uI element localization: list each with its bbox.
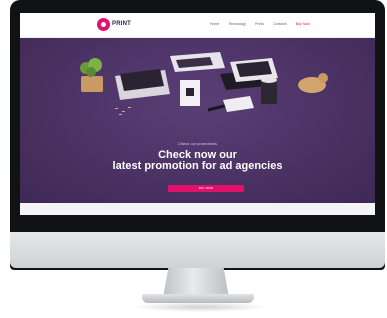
monitor-chin [10, 232, 385, 268]
clips-icon [115, 107, 131, 115]
nav-item-home[interactable]: Home [210, 22, 219, 26]
plant-pot-icon [80, 58, 103, 92]
logo-icon[interactable] [97, 18, 110, 31]
monitor-base [142, 294, 254, 303]
hero-title: Check now our latest promotion for ad ag… [20, 150, 375, 172]
hero-product-props [80, 52, 328, 115]
card-stack-icon [223, 96, 254, 112]
nav-item-technology[interactable]: Technology [228, 22, 246, 26]
bird-whistle-icon [298, 73, 328, 93]
nav-item-prints[interactable]: Prints [255, 22, 264, 26]
logo-text[interactable]: PRINT [112, 21, 131, 27]
cards-icon [170, 52, 225, 72]
hero-kicker: Check our promotions [177, 141, 218, 146]
nav-item-contacts[interactable]: Contacts [273, 22, 287, 26]
buy-now-button[interactable]: BUY NOW [168, 185, 244, 192]
hero-banner: Check our promotions Check now our lates… [20, 38, 375, 203]
nav-menu: Home Technology Prints Contacts Buy Now [210, 22, 310, 26]
nav-item-buy-now[interactable]: Buy Now [296, 22, 310, 26]
monitor-screen: PRINT Home Technology Prints Contacts Bu… [20, 13, 375, 215]
site-navbar: PRINT Home Technology Prints Contacts Bu… [20, 13, 375, 38]
notebook-icon [115, 69, 170, 100]
paper-bag-icon [180, 80, 200, 106]
candle-icon [261, 77, 277, 104]
hero-title-line2: latest promotion for ad agencies [112, 160, 283, 172]
monitor-shadow [130, 302, 270, 312]
page-footer-strip [20, 203, 375, 215]
